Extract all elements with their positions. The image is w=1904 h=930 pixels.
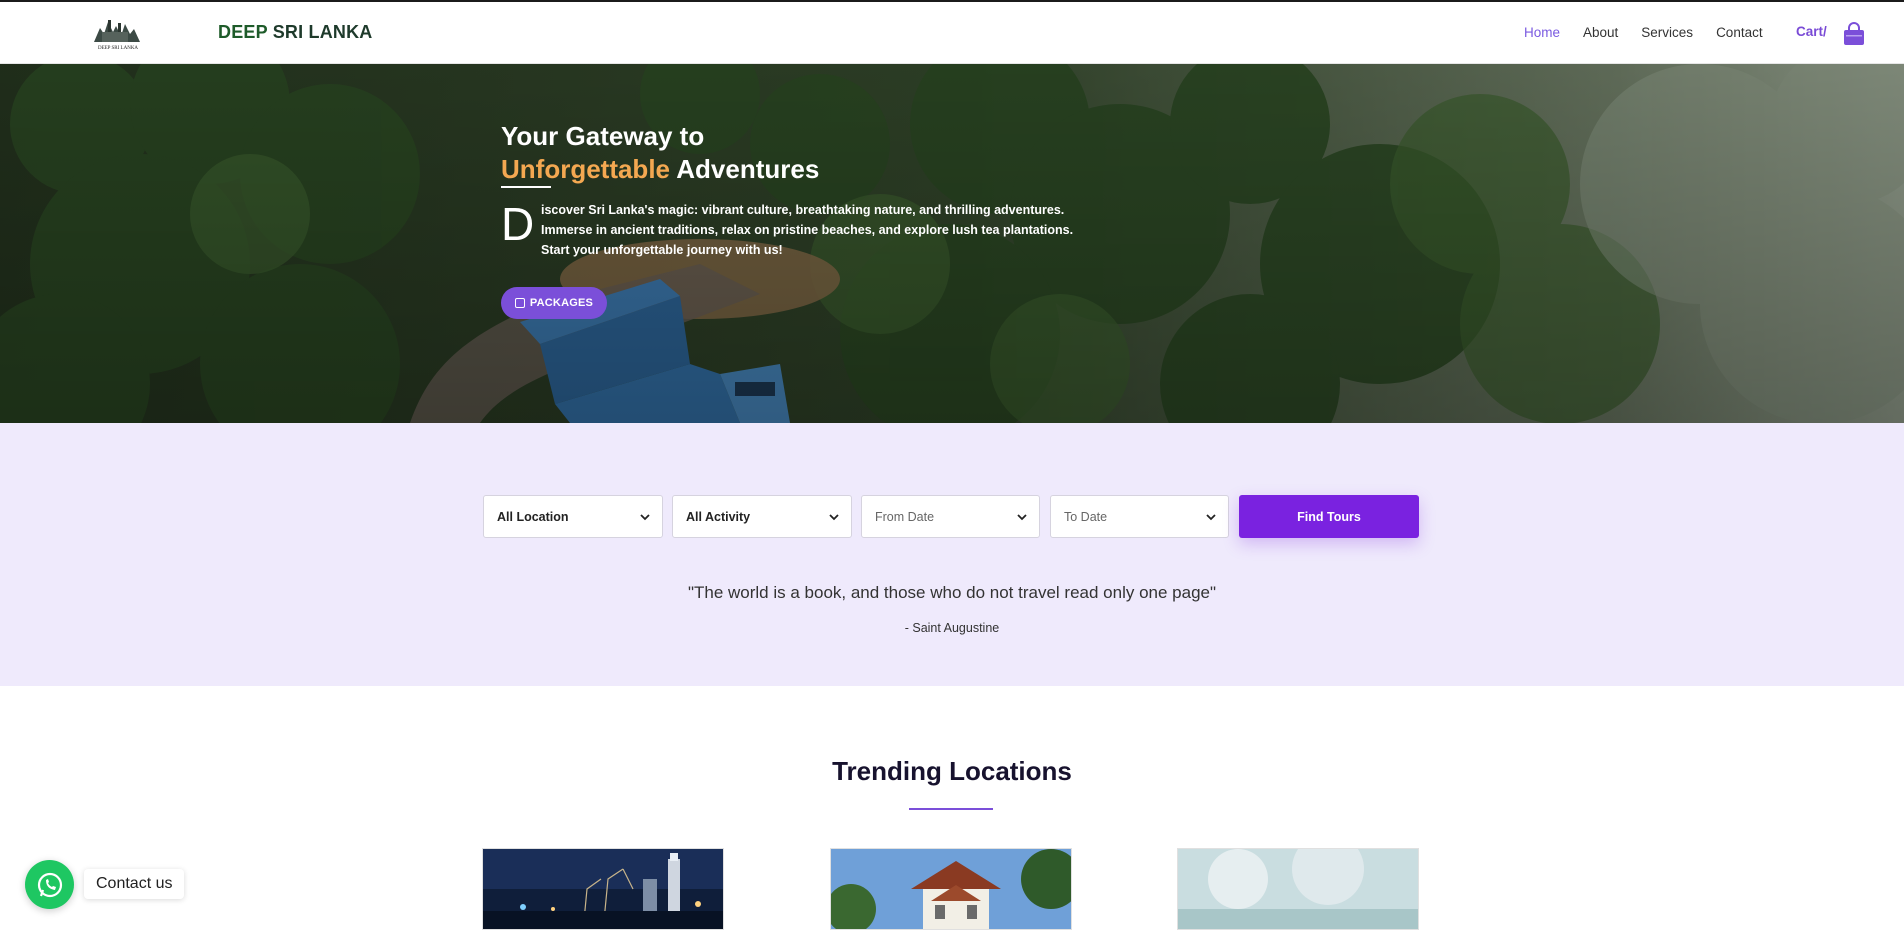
whatsapp-button[interactable] xyxy=(25,860,74,909)
location-card-image xyxy=(1178,849,1418,929)
contact-us-label[interactable]: Contact us xyxy=(84,869,185,899)
brand-name[interactable]: DEEP SRI LANKA xyxy=(218,22,373,43)
package-icon xyxy=(514,298,525,308)
nav-about[interactable]: About xyxy=(1583,25,1618,40)
chevron-down-icon xyxy=(1017,514,1027,521)
location-card-image xyxy=(483,849,723,929)
location-select[interactable]: All Location xyxy=(483,495,663,538)
chevron-down-icon xyxy=(640,514,650,521)
to-date-placeholder: To Date xyxy=(1064,509,1108,524)
nav-services[interactable]: Services xyxy=(1641,25,1693,40)
logo[interactable]: DEEP SRI LANKA xyxy=(88,14,148,52)
packages-button[interactable]: PACKAGES xyxy=(501,287,607,319)
to-date-select[interactable]: To Date xyxy=(1050,495,1229,538)
title-underline xyxy=(909,808,993,810)
location-card-image xyxy=(831,849,1071,929)
hero-title-accent: Unforgettable xyxy=(501,154,670,184)
hero-dropcap: D xyxy=(501,198,535,250)
travel-quote: "The world is a book, and those who do n… xyxy=(687,583,1217,602)
trending-locations-title: Trending Locations xyxy=(832,756,1072,786)
location-select-value: All Location xyxy=(497,509,569,524)
hero-title: Your Gateway to Unforgettable Adventures xyxy=(501,120,819,186)
brand-part-1: DEEP xyxy=(218,22,268,42)
hero-description: iscover Sri Lanka's magic: vibrant cultu… xyxy=(541,203,1074,257)
hero-section: Your Gateway to Unforgettable Adventures… xyxy=(0,64,1904,423)
packages-button-label: PACKAGES xyxy=(529,297,594,309)
activity-select-value: All Activity xyxy=(686,509,751,524)
location-card[interactable] xyxy=(830,848,1072,930)
from-date-placeholder: From Date xyxy=(875,509,935,524)
find-tours-button[interactable]: Find Tours xyxy=(1239,495,1419,538)
chevron-down-icon xyxy=(829,514,839,521)
main-nav: Home About Services Contact xyxy=(1524,25,1786,40)
search-section: All Location All Activity From Date To D… xyxy=(0,423,1904,686)
chevron-down-icon xyxy=(1206,514,1216,521)
brand-part-2: SRI LANKA xyxy=(267,22,373,42)
logo-text: DEEP SRI LANKA xyxy=(98,46,138,51)
hero-title-line2: Unforgettable Adventures xyxy=(501,153,819,186)
nav-home[interactable]: Home xyxy=(1524,25,1560,40)
nav-contact[interactable]: Contact xyxy=(1716,25,1763,40)
quote-author: - Saint Augustine xyxy=(904,621,1000,635)
shopping-bag-icon[interactable] xyxy=(1843,22,1865,46)
location-card[interactable] xyxy=(1177,848,1419,930)
hero-title-line1: Your Gateway to xyxy=(501,121,705,151)
site-header: DEEP SRI LANKA DEEP SRI LANKA Home About… xyxy=(0,0,1904,64)
location-card[interactable] xyxy=(482,848,724,930)
activity-select[interactable]: All Activity xyxy=(672,495,852,538)
from-date-select[interactable]: From Date xyxy=(861,495,1040,538)
whatsapp-icon xyxy=(37,872,62,897)
hero-title-rest: Adventures xyxy=(670,154,820,184)
cart-link[interactable]: Cart/ xyxy=(1796,24,1827,39)
